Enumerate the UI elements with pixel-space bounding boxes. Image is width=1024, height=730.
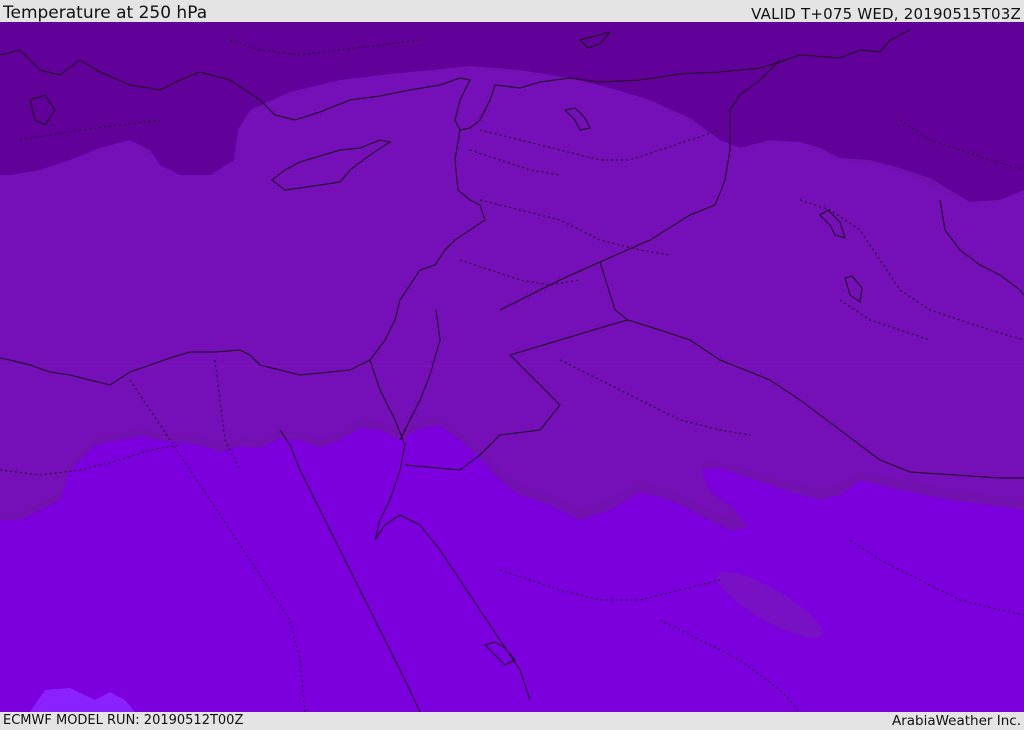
model-run: ECMWF MODEL RUN: 20190512T00Z [3,713,244,728]
map-canvas [0,22,1024,712]
footer-bar: ECMWF MODEL RUN: 20190512T00Z ArabiaWeat… [0,712,1024,729]
map-title: Temperature at 250 hPa [3,3,208,23]
valid-time: VALID T+075 WED, 20190515T03Z [751,5,1021,23]
header-bar: Temperature at 250 hPa VALID T+075 WED, … [0,0,1024,23]
credit-label: ArabiaWeather Inc. [891,713,1021,729]
weather-map[interactable] [0,22,1024,712]
